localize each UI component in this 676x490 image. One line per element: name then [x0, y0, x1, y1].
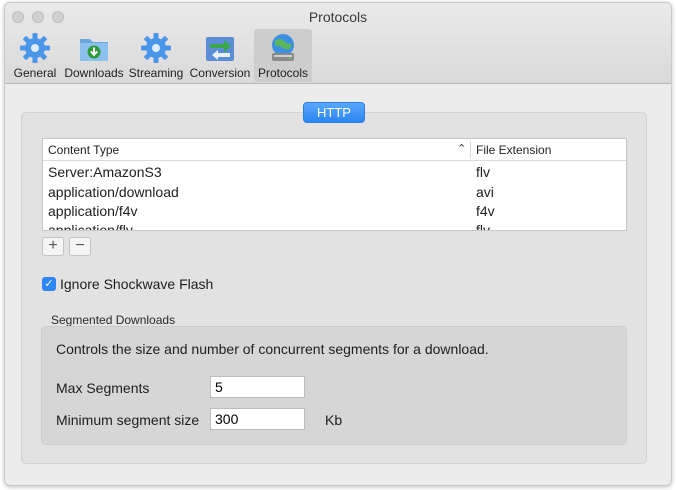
tab-http[interactable]: HTTP [303, 102, 365, 123]
remove-row-button[interactable]: − [69, 237, 91, 256]
content-type-table[interactable]: Content Type ⌃ File Extension Server:Ama… [42, 138, 627, 231]
cell-content-type: application/f4v [48, 203, 138, 219]
cell-file-extension: flv [476, 164, 490, 180]
max-segments-field[interactable] [210, 376, 305, 398]
toolbar-label-downloads: Downloads [64, 66, 124, 80]
ignore-flash-label[interactable]: Ignore Shockwave Flash [60, 276, 213, 292]
cell-content-type: application/download [48, 184, 179, 200]
column-divider [470, 141, 471, 159]
convert-arrows-icon [206, 37, 234, 61]
cell-content-type: application/flv [48, 222, 133, 231]
column-header-file-extension[interactable]: File Extension [476, 143, 551, 157]
toolbar-label-protocols: Protocols [257, 66, 309, 80]
table-row[interactable]: Server:AmazonS3 flv [43, 163, 626, 183]
toolbar-label-general: General [13, 66, 57, 80]
segmented-downloads-title: Segmented Downloads [51, 313, 176, 327]
min-segment-size-label: Minimum segment size [56, 412, 200, 428]
toolbar-item-downloads[interactable]: Downloads [63, 29, 125, 82]
gear-icon [141, 33, 171, 63]
download-folder-icon [80, 39, 108, 61]
window-title: Protocols [308, 9, 368, 25]
cell-content-type: Server:AmazonS3 [48, 164, 162, 180]
cell-file-extension: flv [476, 222, 490, 231]
checkmark-icon: ✓ [44, 278, 54, 290]
sort-ascending-icon: ⌃ [457, 143, 467, 155]
segmented-description: Controls the size and number of concurre… [56, 341, 489, 357]
column-header-content-type[interactable]: Content Type [48, 143, 119, 157]
toolbar-item-protocols[interactable]: Protocols [254, 29, 312, 82]
toolbar-item-general[interactable]: General [9, 29, 61, 82]
toolbar: Protocols General Downloads Streaming Co… [5, 3, 671, 84]
min-segment-size-field[interactable] [210, 408, 305, 430]
min-segment-size-unit: Kb [325, 412, 343, 428]
cell-file-extension: f4v [476, 203, 495, 219]
toolbar-item-streaming[interactable]: Streaming [127, 29, 185, 82]
cell-file-extension: avi [476, 184, 494, 200]
ignore-flash-checkbox[interactable]: ✓ [42, 277, 56, 291]
table-header: Content Type ⌃ File Extension [43, 139, 626, 161]
max-segments-label: Max Segments [56, 380, 150, 396]
toolbar-label-streaming: Streaming [128, 66, 184, 80]
toolbar-item-conversion[interactable]: Conversion [189, 29, 251, 82]
globe-network-icon [272, 34, 294, 61]
toolbar-label-conversion: Conversion [189, 66, 251, 80]
gear-icon [20, 33, 50, 63]
table-row[interactable]: application/flv flv [43, 221, 626, 231]
table-row[interactable]: application/f4v f4v [43, 202, 626, 222]
add-row-button[interactable]: + [42, 237, 64, 256]
table-row[interactable]: application/download avi [43, 183, 626, 203]
